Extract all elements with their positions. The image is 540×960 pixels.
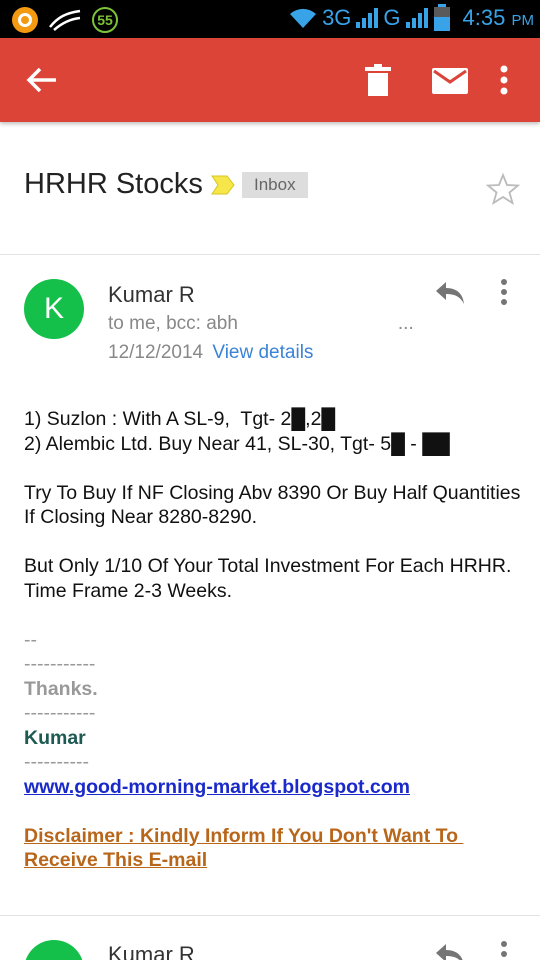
app-bar	[0, 38, 540, 122]
subject-row: HRHR Stocks Inbox	[0, 160, 540, 216]
message-date: 12/12/2014	[108, 342, 204, 363]
disclaimer-link[interactable]: Disclaimer : Kindly Inform If You Don't …	[24, 825, 463, 872]
divider	[0, 254, 540, 255]
status-notifications: 55	[12, 7, 118, 33]
data-usage-badge: 55	[92, 7, 118, 33]
app-notification-icon	[12, 7, 38, 33]
status-system: 3G G 4:35 PM	[288, 4, 534, 32]
recipients-more: ...	[397, 313, 414, 334]
message-date-row: 12/12/2014 View details	[108, 342, 313, 364]
signal-strength-icon	[405, 8, 428, 28]
signature-thanks: Thanks.	[24, 677, 98, 700]
network-3g-label: 3G	[322, 5, 352, 30]
message-body: 1) Suzlon : With A SL-9, Tgt- 2█,2█ 2) A…	[24, 407, 524, 873]
clock: 4:35 PM	[462, 5, 534, 30]
thread-subject: HRHR Stocks	[24, 168, 203, 200]
importance-marker-icon[interactable]	[210, 174, 236, 196]
inbox-label[interactable]: Inbox	[242, 172, 308, 198]
wifi-icon	[290, 8, 317, 28]
body-line: 1) Suzlon : With A SL-9, Tgt- 2█,2█	[24, 408, 336, 430]
reply-icon[interactable]	[434, 942, 466, 960]
network-g-label: G	[383, 5, 401, 30]
recipients-text: to me, bcc: abh	[108, 313, 238, 334]
signature-dashes: ----------	[24, 751, 89, 773]
avatar[interactable]	[24, 940, 84, 960]
avatar[interactable]: K	[24, 279, 84, 339]
battery-icon	[433, 4, 450, 31]
sender-name: Kumar R	[108, 282, 195, 307]
body-paragraph: But Only 1/10 Of Your Total Investment F…	[24, 555, 512, 577]
more-vert-icon[interactable]	[498, 278, 510, 306]
recipients[interactable]: to me, bcc: abh...	[108, 313, 414, 335]
signature-dashes: -----------	[24, 653, 96, 675]
view-details-link[interactable]: View details	[212, 342, 313, 363]
body-paragraph: Try To Buy If NF Closing Abv 8390 Or Buy…	[24, 481, 526, 529]
status-bar: 55 3G G 4:35 PM	[0, 0, 540, 38]
back-arrow-icon[interactable]	[26, 66, 58, 94]
more-vert-icon[interactable]	[494, 64, 514, 96]
star-icon[interactable]	[486, 172, 520, 206]
more-vert-icon[interactable]	[498, 940, 510, 960]
signature-separator: --	[24, 628, 37, 651]
signal-strength-icon	[356, 8, 379, 28]
blog-link[interactable]: www.good-morning-market.blogspot.com	[24, 776, 410, 798]
divider	[0, 915, 540, 916]
mail-icon[interactable]	[432, 68, 468, 94]
reply-icon[interactable]	[434, 280, 466, 306]
signature-name: Kumar	[24, 726, 86, 749]
app-swoosh-icon	[49, 9, 81, 31]
trash-icon[interactable]	[364, 64, 392, 96]
signature-dashes: -----------	[24, 702, 96, 724]
sender-name: Kumar R	[108, 942, 195, 960]
body-line: 2) Alembic Ltd. Buy Near 41, SL-30, Tgt-…	[24, 432, 450, 455]
body-line: Time Frame 2-3 Weeks.	[24, 579, 233, 602]
